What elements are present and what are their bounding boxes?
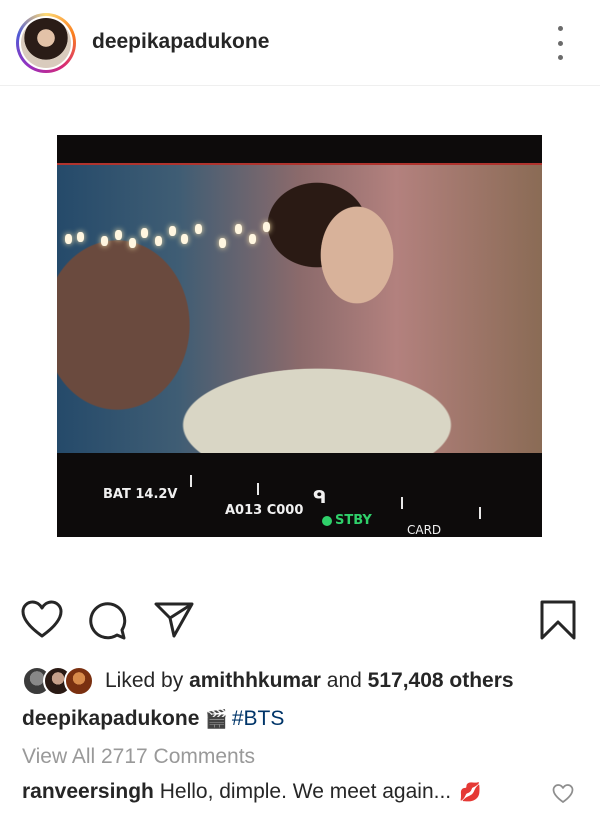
clapper-icon: 🎬 [205, 709, 228, 729]
hud-status: STBY [322, 513, 372, 528]
likes-and: and [320, 669, 368, 692]
caption: deepikapadukone 🎬 #BTS [22, 707, 284, 731]
caption-username[interactable]: deepikapadukone [22, 707, 199, 730]
comment-username[interactable]: ranveersingh [22, 780, 154, 803]
bokeh-lights [57, 220, 287, 260]
photo-scene [57, 163, 542, 453]
avatar-border [19, 16, 73, 70]
heart-icon[interactable] [18, 596, 66, 644]
likes-others[interactable]: 517,408 others [368, 669, 514, 692]
hud-battery: BAT 14.2V [103, 487, 178, 502]
post-image[interactable]: BAT 14.2V A013 C000 ᑫ STBY CARD [57, 135, 542, 537]
post-username[interactable]: deepikapadukone [92, 30, 269, 54]
avatar-image [21, 18, 71, 68]
hud-status-label: STBY [335, 513, 372, 528]
camera-hud: BAT 14.2V A013 C000 ᑫ STBY CARD [57, 453, 542, 537]
hashtag-link[interactable]: #BTS [232, 707, 285, 730]
hud-tick [190, 475, 192, 487]
liker-username[interactable]: amithhkumar [189, 669, 321, 692]
hud-card: CARD [407, 523, 442, 537]
more-icon[interactable] [550, 26, 570, 60]
liker-avatar [64, 666, 94, 696]
hud-tick [401, 497, 403, 509]
post-header: deepikapadukone [0, 0, 600, 86]
comment-icon[interactable] [84, 596, 132, 644]
view-all-comments-link[interactable]: View All 2717 Comments [22, 745, 255, 769]
kiss-icon: 💋 [459, 782, 482, 802]
bookmark-icon[interactable] [534, 596, 582, 644]
likes-prefix: Liked by [105, 669, 190, 692]
action-bar [0, 596, 600, 648]
comment-text: Hello, dimple. We meet again... [153, 780, 452, 803]
share-icon[interactable] [150, 596, 198, 644]
hud-tick [479, 507, 481, 519]
comment-row: ranveersingh Hello, dimple. We meet agai… [22, 780, 482, 804]
status-dot [322, 515, 332, 526]
comment-heart-icon[interactable] [551, 782, 575, 806]
avatar[interactable] [16, 13, 76, 73]
hud-tick [257, 483, 259, 495]
likes-row[interactable]: Liked by amithhkumar and 517,408 others [22, 664, 514, 698]
hud-audio-icon: ᑫ [313, 487, 327, 508]
likes-text: Liked by amithhkumar and 517,408 others [105, 669, 514, 693]
hud-clip: A013 C000 [225, 503, 304, 518]
